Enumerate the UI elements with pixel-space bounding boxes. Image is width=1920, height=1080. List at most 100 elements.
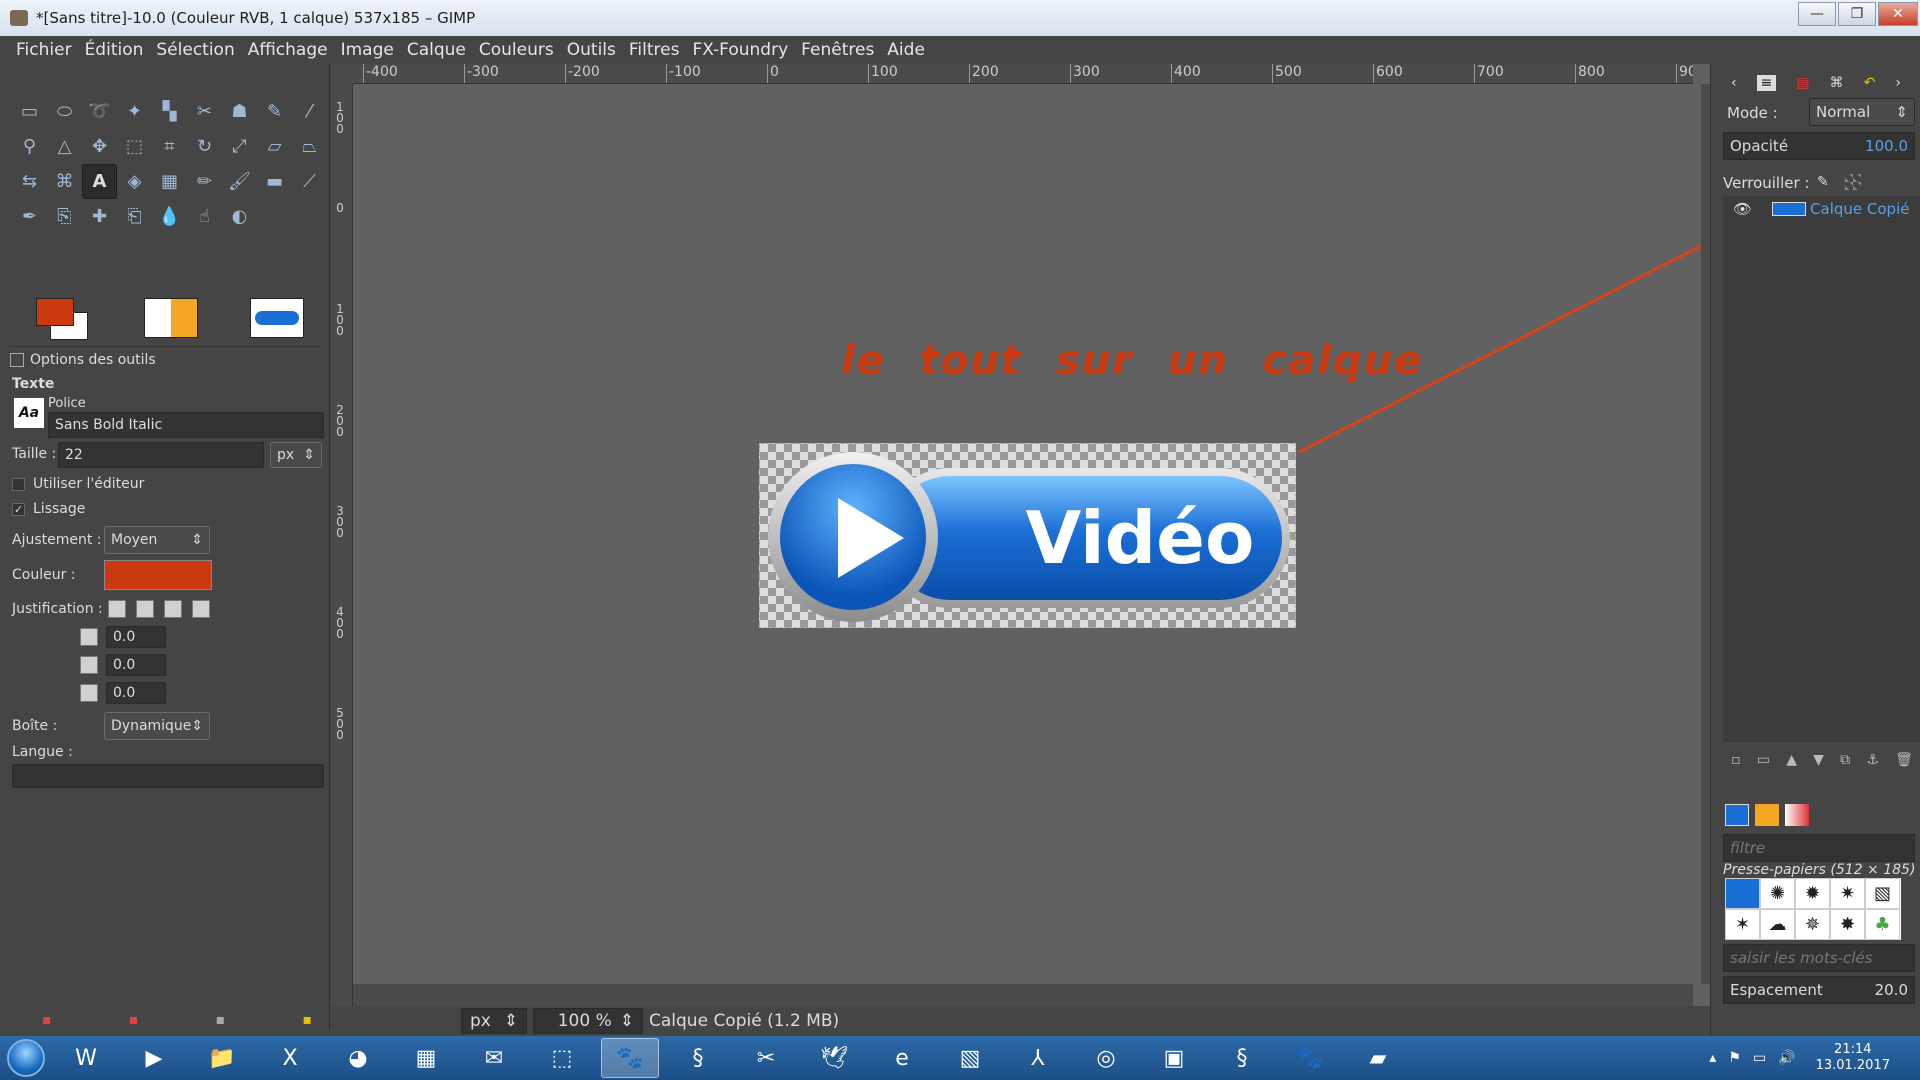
picasa-taskbar-icon[interactable]: ◕: [329, 1038, 387, 1078]
justify-left-icon[interactable]: [108, 600, 126, 618]
gimp-taskbar-icon[interactable]: 🐾: [601, 1038, 659, 1078]
paths-tool-icon[interactable]: ✎: [257, 94, 292, 129]
ie-taskbar-icon[interactable]: e: [873, 1038, 931, 1078]
use-editor-row[interactable]: Utiliser l'éditeur: [12, 476, 144, 492]
brushes-tab-icon[interactable]: [1725, 804, 1749, 826]
gradients-tab-icon[interactable]: [1785, 804, 1809, 826]
menu-edit[interactable]: Édition: [85, 40, 144, 60]
color-tool-taskbar-icon[interactable]: ▧: [941, 1038, 999, 1078]
word-taskbar-icon[interactable]: W: [57, 1038, 115, 1078]
duplicate-layer-icon[interactable]: ⧉: [1840, 752, 1850, 776]
explorer-taskbar-icon[interactable]: 📁: [193, 1038, 251, 1078]
ink-tool-icon[interactable]: ✒: [12, 199, 47, 234]
clock[interactable]: 21:14 13.01.2017: [1816, 1042, 1890, 1074]
vertical-scrollbar[interactable]: [1701, 84, 1710, 984]
move-tool-icon[interactable]: ✥: [82, 129, 117, 164]
lasso-tool-icon[interactable]: ➰: [82, 94, 117, 129]
reset-options-icon[interactable]: ▪: [302, 1012, 312, 1028]
image-canvas-area[interactable]: -400 -300 -200 -100 0 100 200 300 400 500 600 700 80…: [331, 64, 1710, 1006]
menu-colors[interactable]: Couleurs: [479, 40, 554, 60]
rect-select-tool-icon[interactable]: ▭: [12, 94, 47, 129]
media-player-taskbar-icon[interactable]: ▶: [125, 1038, 183, 1078]
save-options-icon[interactable]: ▪: [42, 1012, 52, 1028]
zoom-select[interactable]: 100 % ⇕: [533, 1008, 643, 1034]
brush-splat-1[interactable]: ✺: [1760, 878, 1795, 909]
blend-tool-icon[interactable]: ▦: [152, 164, 187, 199]
paths-tab-icon[interactable]: ⌘: [1830, 75, 1844, 91]
delete-options-icon[interactable]: ▪: [216, 1012, 226, 1028]
pencil-tool-icon[interactable]: ✏: [187, 164, 222, 199]
tool-taskbar-icon-1[interactable]: §: [669, 1038, 727, 1078]
spacing-slider[interactable]: Espacement 20.0: [1723, 976, 1915, 1004]
text-color-button[interactable]: [104, 560, 212, 590]
horizontal-scrollbar[interactable]: [353, 984, 1693, 1006]
dodge-burn-tool-icon[interactable]: ◐: [222, 199, 257, 234]
bucket-fill-tool-icon[interactable]: ◈: [117, 164, 152, 199]
brush-splat-3[interactable]: ✷: [1830, 878, 1865, 909]
language-input[interactable]: [12, 764, 324, 788]
mail-taskbar-icon[interactable]: ✉: [465, 1038, 523, 1078]
letter-spacing-input[interactable]: 0.0: [106, 682, 166, 704]
layer-row[interactable]: 👁 Calque Copié: [1723, 196, 1920, 222]
chevron-right-icon[interactable]: ›: [1895, 75, 1901, 91]
screenshot-taskbar-icon[interactable]: ⬚: [533, 1038, 591, 1078]
menu-windows[interactable]: Fenêtres: [801, 40, 874, 60]
brush-splat-4[interactable]: ✶: [1725, 909, 1760, 940]
flip-tool-icon[interactable]: ⇆: [12, 164, 47, 199]
restore-options-icon[interactable]: ▪: [129, 1012, 139, 1028]
crop-tool-icon[interactable]: ⌗: [152, 129, 187, 164]
brush-splat-6[interactable]: ✸: [1830, 909, 1865, 940]
scale-tool-icon[interactable]: ⤢: [222, 129, 257, 164]
line-spacing-input[interactable]: 0.0: [106, 654, 166, 676]
font-icon[interactable]: Aa: [14, 398, 44, 428]
layers-tab-icon[interactable]: ≡: [1756, 75, 1777, 91]
rotate-tool-icon[interactable]: ↻: [187, 129, 222, 164]
brush-smoke[interactable]: ☁: [1760, 909, 1795, 940]
color-select-tool-icon[interactable]: ▚: [152, 94, 187, 129]
volume-icon[interactable]: 🔊: [1778, 1050, 1795, 1066]
menu-layer[interactable]: Calque: [407, 40, 466, 60]
opacity-slider[interactable]: Opacité 100.0: [1723, 132, 1915, 160]
brush-filter-input[interactable]: filtre: [1723, 834, 1915, 862]
menu-view[interactable]: Affichage: [248, 40, 328, 60]
size-unit-select[interactable]: px ⇕: [270, 442, 322, 468]
scissors-tool-icon[interactable]: ✂: [187, 94, 222, 129]
ellipse-select-tool-icon[interactable]: ⬭: [47, 94, 82, 129]
tray-expand-icon[interactable]: ▴: [1709, 1050, 1716, 1066]
notes-taskbar-icon[interactable]: ▰: [1349, 1038, 1407, 1078]
mode-select[interactable]: Normal ⇕: [1809, 98, 1915, 126]
brush-pepper[interactable]: ♣: [1865, 909, 1900, 940]
box-select[interactable]: Dynamique ⇕: [104, 712, 210, 740]
measure-tool-icon[interactable]: △: [47, 129, 82, 164]
raise-layer-icon[interactable]: ▲: [1786, 752, 1797, 776]
maximize-button[interactable]: ❐: [1838, 2, 1876, 26]
brush-pattern-gradient-thumb[interactable]: [144, 298, 198, 338]
eraser-tool-icon[interactable]: ▬: [257, 164, 292, 199]
lock-alpha-icon[interactable]: [1845, 174, 1861, 190]
fuzzy-select-tool-icon[interactable]: ✦: [117, 94, 152, 129]
menu-tools[interactable]: Outils: [567, 40, 616, 60]
blur-tool-icon[interactable]: 💧: [152, 199, 187, 234]
heal-tool-icon[interactable]: ✚: [82, 199, 117, 234]
menu-image[interactable]: Image: [341, 40, 394, 60]
hinting-select[interactable]: Moyen ⇕: [104, 526, 210, 554]
tags-input[interactable]: saisir les mots-clés: [1723, 944, 1915, 972]
airbrush-tool-icon[interactable]: ⟋: [292, 164, 327, 199]
video-button-layer[interactable]: Vidéo: [759, 443, 1296, 628]
menu-file[interactable]: Fichier: [16, 40, 72, 60]
chrome-taskbar-icon[interactable]: ◎: [1077, 1038, 1135, 1078]
menu-help[interactable]: Aide: [887, 40, 925, 60]
new-layer-icon[interactable]: ▫: [1731, 752, 1741, 776]
foreground-select-tool-icon[interactable]: ☗: [222, 94, 257, 129]
size-input[interactable]: 22: [58, 442, 264, 468]
justify-center-icon[interactable]: [164, 600, 182, 618]
undo-tab-icon[interactable]: ↶: [1864, 75, 1876, 91]
use-editor-checkbox[interactable]: [12, 477, 25, 491]
font-field[interactable]: Sans Bold Italic: [48, 412, 324, 438]
lock-pixels-icon[interactable]: ✎: [1817, 174, 1829, 190]
brush-splat-5[interactable]: ✵: [1795, 909, 1830, 940]
snipping-taskbar-icon[interactable]: ✂: [737, 1038, 795, 1078]
active-image-thumb[interactable]: [250, 298, 304, 338]
unit-select[interactable]: px ⇕: [461, 1008, 527, 1034]
vertical-ruler[interactable]: 100 0 100 200 300 400 500: [331, 84, 353, 1006]
